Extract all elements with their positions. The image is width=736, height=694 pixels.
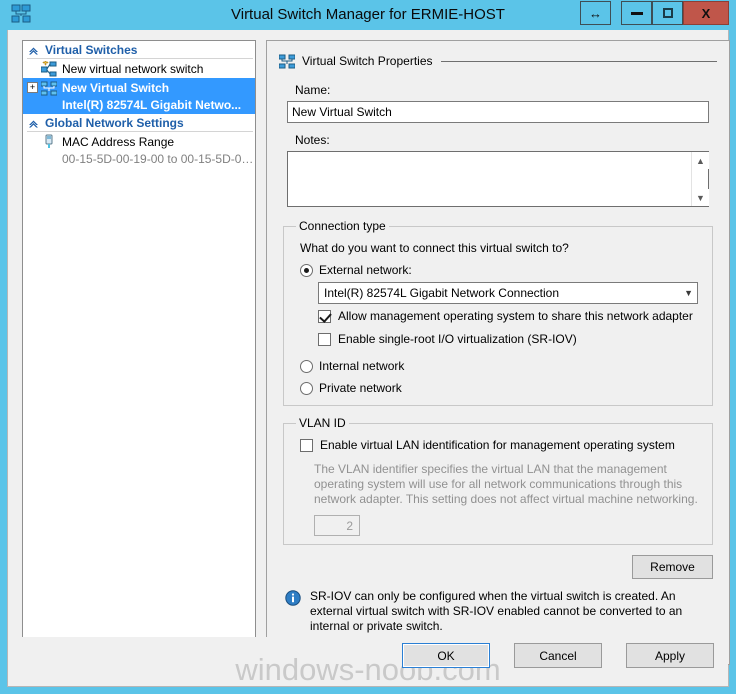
minimize-button[interactable]: [621, 1, 652, 25]
tree-item-mac-address-range[interactable]: MAC Address Range 00-15-5D-00-19-00 to 0…: [23, 132, 255, 168]
checkbox-indicator: [318, 333, 331, 346]
checkbox-indicator: [318, 310, 331, 323]
dialog-footer: windows-noob.com OK Cancel Apply: [8, 637, 728, 687]
radio-indicator: [300, 382, 313, 395]
checkbox-label: Enable single-root I/O virtualization (S…: [338, 332, 577, 346]
dialog-action-buttons: OK Cancel Apply: [402, 643, 714, 668]
scroll-down-icon[interactable]: ▼: [692, 189, 709, 206]
mac-address-icon: [41, 134, 57, 150]
notes-field-group: Notes: ▲ ▼: [287, 133, 709, 207]
close-icon: X: [701, 5, 711, 21]
radio-label: Internal network: [319, 359, 405, 373]
restore-down-button[interactable]: ↔: [580, 1, 611, 25]
vlan-id-legend: VLAN ID: [299, 416, 346, 430]
expander-toggle[interactable]: +: [27, 82, 38, 93]
checkbox-label: Enable virtual LAN identification for ma…: [320, 438, 675, 452]
properties-header: Virtual Switch Properties: [278, 51, 717, 71]
virtual-switch-properties-panel: Virtual Switch Properties Name: Notes: ▲…: [266, 40, 730, 665]
tree-section-global-network-settings[interactable]: Global Network Settings: [23, 114, 255, 132]
chevron-up-icon: [27, 117, 40, 130]
maximize-button[interactable]: [652, 1, 683, 25]
checkbox-enable-sriov[interactable]: Enable single-root I/O virtualization (S…: [318, 332, 702, 346]
tree-item-subtitle: Intel(R) 82574L Gigabit Netwo...: [62, 98, 242, 112]
radio-internal-network[interactable]: Internal network: [300, 359, 702, 373]
checkbox-indicator: [300, 439, 313, 452]
connection-type-group: Connection type What do you want to conn…: [283, 219, 713, 406]
name-field-group: Name:: [287, 83, 709, 123]
close-button[interactable]: X: [683, 1, 729, 25]
chevron-down-icon: ▼: [684, 288, 693, 298]
remove-button-row: Remove: [283, 555, 713, 579]
virtual-switch-manager-window: Virtual Switch Manager for ERMIE-HOST ↔ …: [0, 0, 736, 694]
minimize-icon: [630, 11, 643, 15]
new-virtual-switch-icon: [40, 60, 57, 77]
radio-indicator: [300, 264, 313, 277]
apply-button[interactable]: Apply: [626, 643, 714, 668]
tree-item-subtitle: 00-15-5D-00-19-00 to 00-15-5D-0…: [62, 152, 254, 166]
navigation-tree[interactable]: Virtual Switches New virtual network swi…: [22, 40, 256, 665]
vlan-id-spinner[interactable]: 2: [314, 515, 360, 536]
external-adapter-dropdown[interactable]: Intel(R) 82574L Gigabit Network Connecti…: [318, 282, 698, 304]
tree-section-label: Virtual Switches: [45, 43, 138, 57]
virtual-switch-icon: [278, 53, 296, 69]
apply-button-label: Apply: [654, 648, 686, 663]
radio-external-network[interactable]: External network:: [300, 263, 702, 277]
window-controls: ↔ X: [580, 1, 729, 25]
connection-type-legend: Connection type: [299, 219, 386, 233]
notes-scrollbar[interactable]: ▲ ▼: [691, 152, 709, 206]
chevron-up-icon: [27, 44, 40, 57]
tree-item-label: New Virtual Switch: [62, 80, 170, 95]
checkbox-allow-management-os[interactable]: Allow management operating system to sha…: [318, 309, 702, 323]
title-bar: Virtual Switch Manager for ERMIE-HOST ↔ …: [7, 0, 729, 30]
tree-item-label: New virtual network switch: [62, 61, 204, 76]
info-icon: [285, 590, 301, 606]
radio-label: Private network: [319, 381, 402, 395]
connection-type-question: What do you want to connect this virtual…: [300, 241, 569, 255]
tree-section-virtual-switches[interactable]: Virtual Switches: [23, 41, 255, 59]
sriov-info-text: SR-IOV can only be configured when the v…: [310, 589, 683, 633]
radio-private-network[interactable]: Private network: [300, 381, 702, 395]
external-adapter-value: Intel(R) 82574L Gigabit Network Connecti…: [324, 286, 560, 300]
radio-label: External network:: [319, 263, 412, 277]
vlan-id-value: 2: [346, 518, 353, 533]
notes-textarea[interactable]: ▲ ▼: [287, 151, 709, 207]
tree-item-label: MAC Address Range: [62, 134, 175, 149]
restore-icon: ↔: [589, 5, 602, 21]
ok-button-label: OK: [437, 648, 455, 663]
scroll-up-icon[interactable]: ▲: [692, 152, 709, 169]
tree-item-new-virtual-switch[interactable]: + New Virtual Switch Intel(R) 82574L Gig…: [23, 78, 255, 114]
ok-button[interactable]: OK: [402, 643, 490, 668]
dialog-client-area: Virtual Switches New virtual network swi…: [7, 30, 730, 687]
notes-label: Notes:: [295, 133, 330, 147]
sriov-info-note: SR-IOV can only be configured when the v…: [285, 589, 711, 634]
remove-button-label: Remove: [650, 560, 695, 574]
checkbox-label: Allow management operating system to sha…: [338, 309, 693, 323]
name-label: Name:: [295, 83, 331, 97]
maximize-icon: [662, 8, 673, 18]
remove-button[interactable]: Remove: [632, 555, 713, 579]
checkbox-enable-vlan[interactable]: Enable virtual LAN identification for ma…: [300, 438, 702, 452]
properties-header-label: Virtual Switch Properties: [302, 54, 433, 68]
cancel-button[interactable]: Cancel: [514, 643, 602, 668]
header-divider: [440, 61, 717, 62]
tree-section-label: Global Network Settings: [45, 116, 184, 130]
vlan-id-group: VLAN ID Enable virtual LAN identificatio…: [283, 416, 713, 545]
vlan-description: The VLAN identifier specifies the virtua…: [314, 462, 698, 506]
virtual-switch-icon: [40, 80, 58, 96]
tree-item-new-virtual-network-switch[interactable]: New virtual network switch: [23, 59, 255, 78]
switch-name-input[interactable]: [287, 101, 709, 123]
cancel-button-label: Cancel: [539, 648, 577, 663]
radio-indicator: [300, 360, 313, 373]
